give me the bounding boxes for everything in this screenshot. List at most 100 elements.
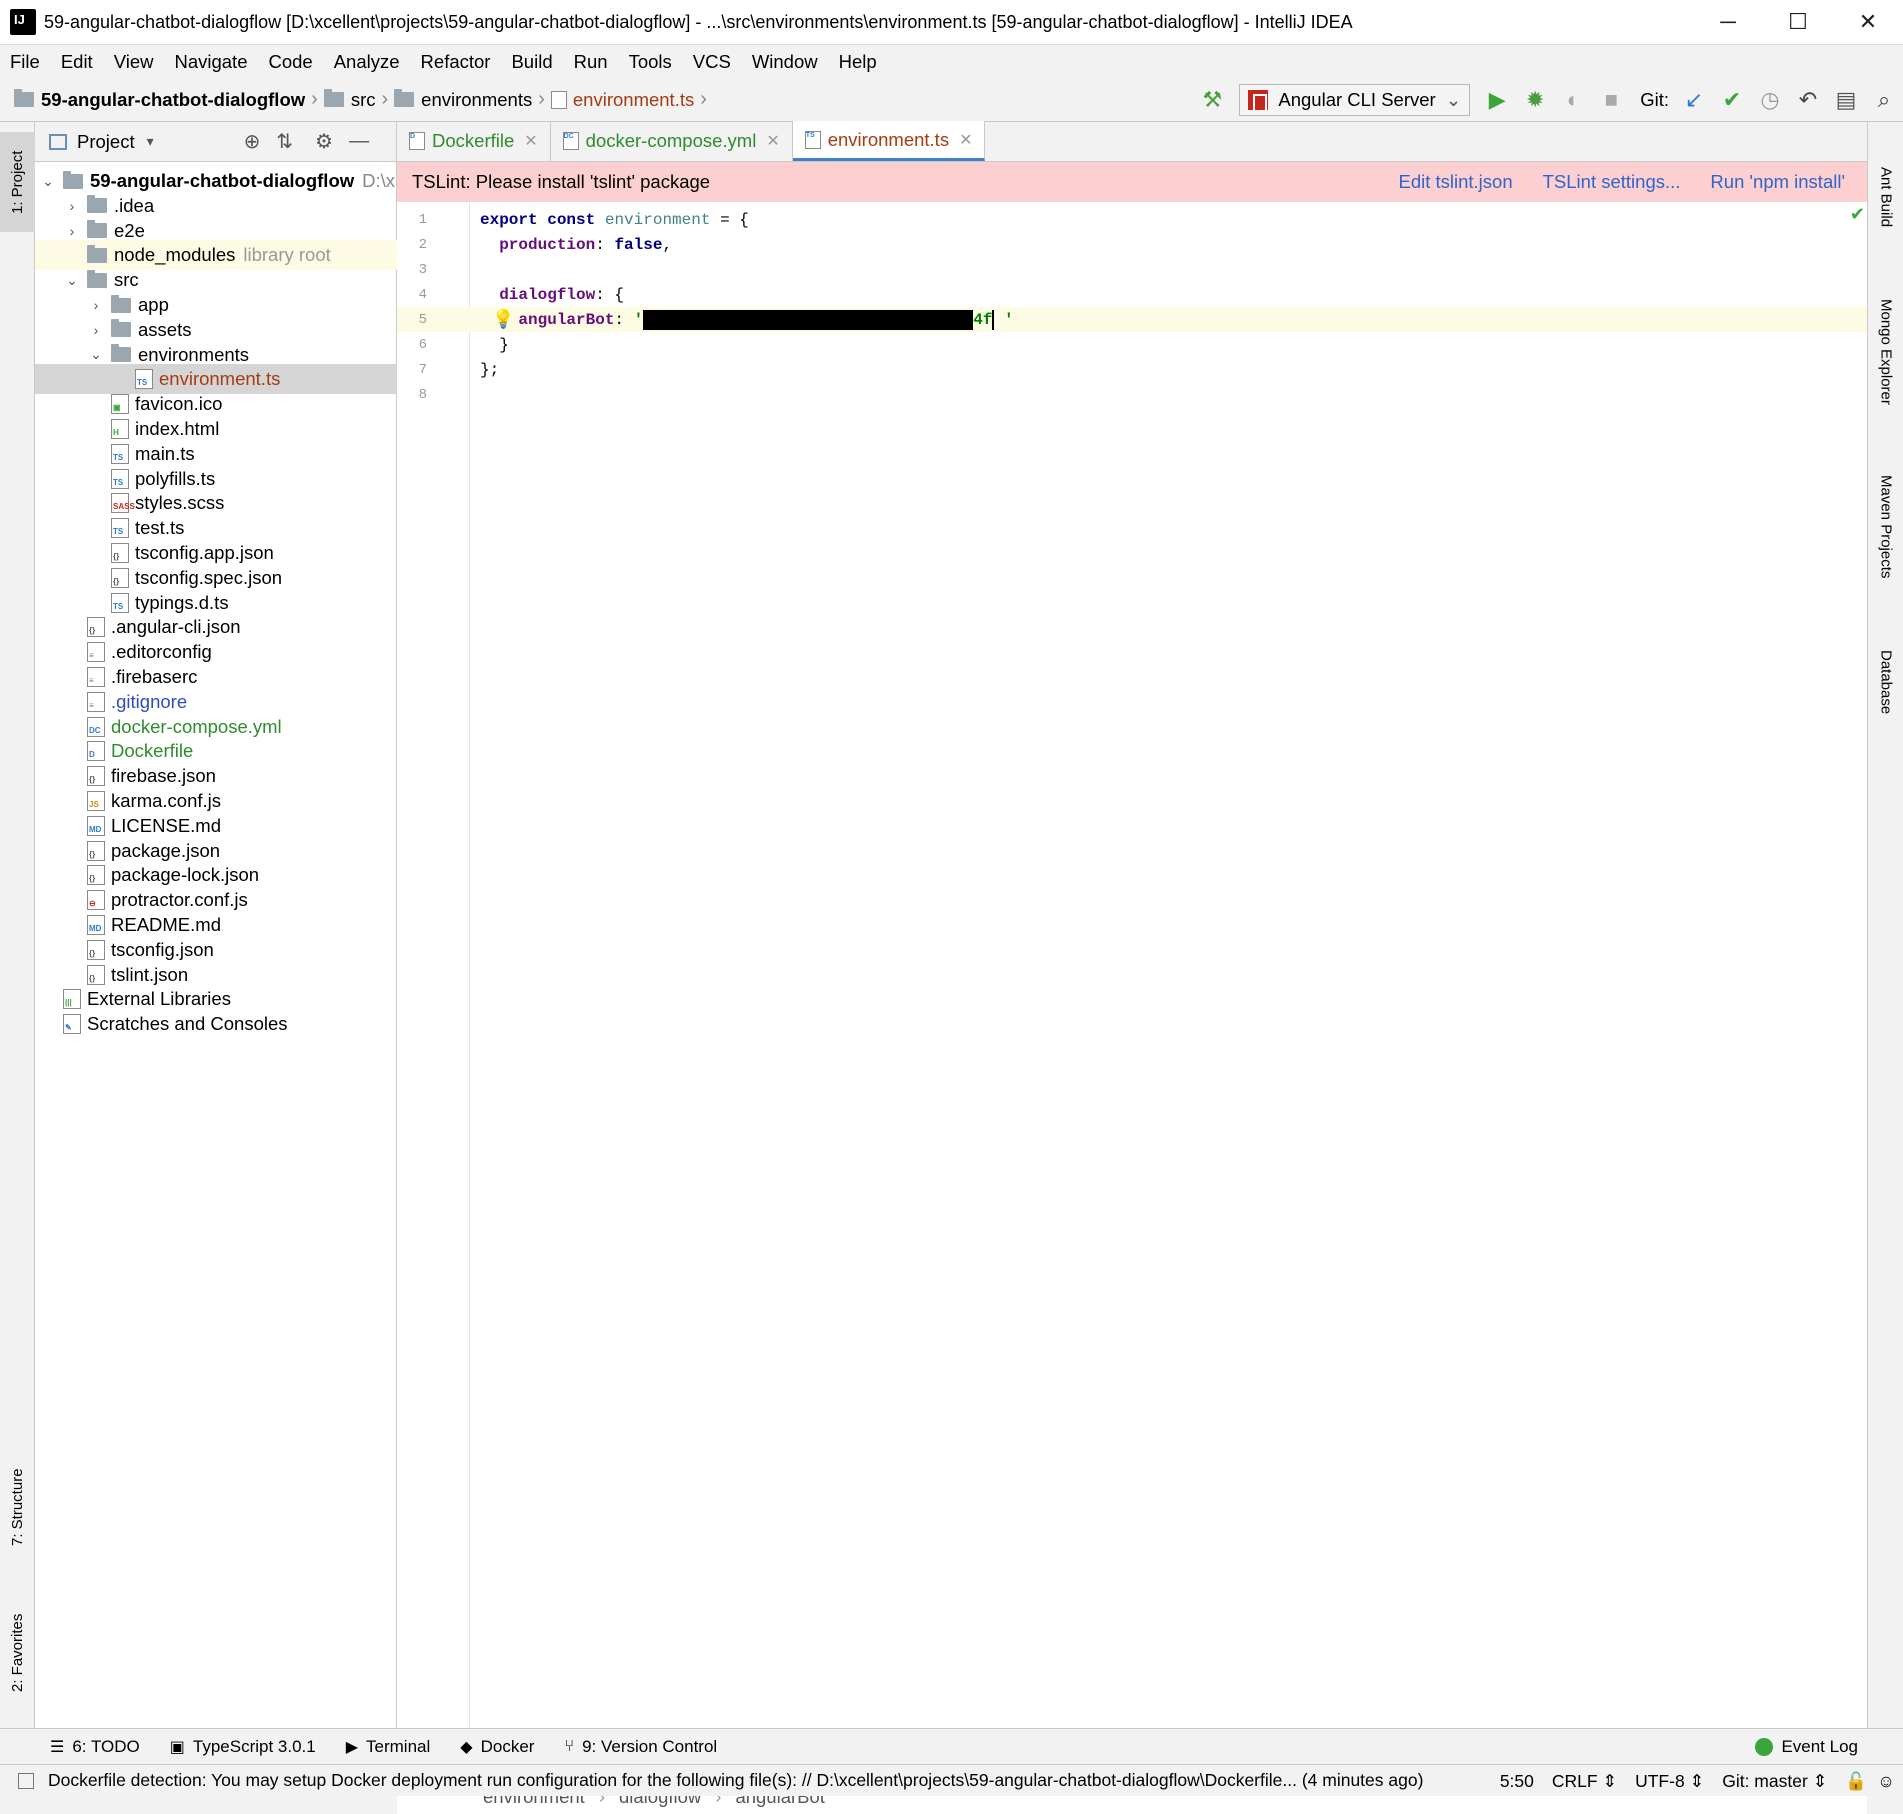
editor-tab[interactable]: TS environment.ts ✕ — [792, 121, 986, 161]
locate-icon[interactable]: ⊕ — [244, 129, 261, 154]
tree-item-label: External Libraries — [87, 988, 231, 1010]
build-hammer-icon[interactable]: ⚒ — [1193, 81, 1231, 119]
tool-window-button[interactable]: ◆ Docker — [460, 1737, 534, 1757]
stop-icon[interactable]: ■ — [1592, 81, 1630, 119]
menu-window[interactable]: Window — [752, 51, 818, 73]
chevron-down-icon: ⌄ — [1445, 89, 1462, 110]
gear-icon[interactable]: ⚙ — [315, 129, 333, 154]
ant-build-tab-label: Ant Build — [1877, 166, 1895, 228]
toggle-tool-windows-icon[interactable] — [18, 1773, 34, 1789]
hide-panel-icon[interactable]: — — [349, 130, 369, 153]
close-tab-icon[interactable]: ✕ — [524, 131, 537, 151]
structure-tool-tab[interactable]: 7: Structure — [0, 1452, 35, 1562]
edit-tslint-json-link[interactable]: Edit tslint.json — [1398, 171, 1512, 193]
minimize-button[interactable]: ─ — [1693, 0, 1763, 45]
git-update-icon[interactable]: ↙ — [1675, 81, 1713, 119]
menu-analyze[interactable]: Analyze — [334, 51, 400, 73]
close-tab-icon[interactable]: ✕ — [959, 130, 972, 150]
chevron-right-icon[interactable]: › — [63, 198, 81, 214]
tree-item-label: tslint.json — [111, 963, 189, 985]
tslint-message: TSLint: Please install 'tslint' package — [412, 171, 711, 192]
tree-item-label: index.html — [135, 418, 220, 439]
tool-window-button[interactable]: ▶ Terminal — [346, 1737, 431, 1757]
code-token: = { — [710, 210, 749, 229]
git-history-icon[interactable]: ◷ — [1751, 81, 1789, 119]
menu-tools[interactable]: Tools — [629, 51, 672, 73]
chevron-down-icon[interactable]: ⌄ — [87, 346, 105, 363]
menu-view[interactable]: View — [114, 51, 154, 73]
menu-edit[interactable]: Edit — [61, 51, 93, 73]
project-structure-icon[interactable]: ▤ — [1827, 81, 1865, 119]
lock-icon[interactable]: 🔓 — [1845, 1771, 1867, 1792]
tool-window-button[interactable]: ⑂ 9: Version Control — [564, 1737, 717, 1757]
chevron-down-icon[interactable]: ⌄ — [39, 173, 57, 190]
status-message[interactable]: Dockerfile detection: You may setup Dock… — [48, 1770, 1423, 1791]
tree-item-label: favicon.ico — [135, 393, 223, 415]
mongo-explorer-tab[interactable]: Mongo Explorer — [1868, 272, 1903, 432]
tool-window-bar: ☰ 6: TODO ▣ TypeScript 3.0.1 ▶ Terminal ◆ Docke… — [0, 1728, 1903, 1764]
tslint-settings-link[interactable]: TSLint settings... — [1543, 171, 1681, 193]
editor-tab[interactable]: DC docker-compose.yml ✕ — [551, 121, 793, 161]
caret-position[interactable]: 5:50 — [1500, 1771, 1534, 1792]
breadcrumb-item[interactable]: 59-angular-chatbot-dialogflow › — [14, 88, 318, 111]
breadcrumb-item[interactable]: src › — [323, 88, 388, 111]
debug-icon[interactable]: ✹ — [1516, 81, 1554, 119]
breadcrumb: 59-angular-chatbot-dialogflow › src › enviro… — [14, 88, 713, 111]
docker-compose-file-icon: DC — [87, 716, 105, 737]
inspection-ok-icon[interactable]: ✔ — [1850, 204, 1865, 225]
project-view-select[interactable]: Project — [77, 131, 135, 153]
json-file-icon: {} — [111, 543, 129, 563]
collapse-all-icon[interactable]: ⇅ — [276, 129, 293, 154]
menu-run[interactable]: Run — [574, 51, 608, 73]
chevron-right-icon[interactable]: › — [87, 297, 105, 313]
maven-projects-tab[interactable]: Maven Projects — [1868, 442, 1903, 612]
tree-item-label: Scratches and Consoles — [87, 1013, 288, 1035]
code-editor[interactable]: 1 export const environment = { 2 product… — [397, 202, 1867, 1814]
tree-item-label: tsconfig.app.json — [135, 542, 274, 563]
chevron-down-icon[interactable]: ⌄ — [63, 272, 81, 289]
run-config-select[interactable]: Angular CLI Server ⌄ — [1239, 84, 1471, 116]
code-token: }; — [480, 360, 500, 379]
tree-item[interactable]: ✎ Scratches and Consoles — [35, 1009, 397, 1039]
memory-indicator-icon[interactable]: ☺ — [1877, 1771, 1895, 1792]
chevron-right-icon[interactable]: › — [63, 223, 81, 239]
git-branch[interactable]: Git: master ⇕ — [1722, 1771, 1827, 1792]
close-tab-icon[interactable]: ✕ — [766, 131, 779, 151]
menu-file[interactable]: File — [10, 51, 40, 73]
coverage-icon[interactable]: ◐ — [1554, 81, 1592, 119]
breadcrumb-item[interactable]: environments › — [394, 88, 545, 111]
tool-window-button[interactable]: ☰ 6: TODO — [50, 1737, 140, 1757]
menu-vcs[interactable]: VCS — [693, 51, 731, 73]
search-icon[interactable]: ⌕ — [1865, 81, 1903, 119]
event-log-button[interactable]: Event Log — [1755, 1737, 1858, 1757]
menu-help[interactable]: Help — [839, 51, 877, 73]
menu-build[interactable]: Build — [511, 51, 552, 73]
database-tab[interactable]: Database — [1868, 622, 1903, 742]
typescript-file-icon: TS — [111, 592, 129, 613]
tool-window-button[interactable]: ▣ TypeScript 3.0.1 — [170, 1737, 316, 1757]
git-commit-icon[interactable]: ✔ — [1713, 81, 1751, 119]
tree-item-label: .firebaserc — [111, 666, 198, 687]
run-icon[interactable]: ▶ — [1478, 81, 1516, 119]
maximize-button[interactable]: ☐ — [1763, 0, 1833, 45]
menu-refactor[interactable]: Refactor — [421, 51, 491, 73]
rollback-icon[interactable]: ↶ — [1789, 81, 1827, 119]
breadcrumb-item[interactable]: environment.ts › — [550, 88, 707, 111]
menu-code[interactable]: Code — [268, 51, 312, 73]
project-tool-tab[interactable]: 1: Project — [0, 132, 35, 232]
close-button[interactable]: ✕ — [1833, 0, 1903, 45]
chevron-right-icon[interactable]: › — [87, 322, 105, 338]
tool-window-icon: ▣ — [169, 1738, 185, 1756]
editor-tab[interactable]: D Dockerfile ✕ — [397, 121, 551, 161]
line-separator[interactable]: CRLF ⇕ — [1552, 1771, 1617, 1792]
favorites-tool-tab[interactable]: 2: Favorites — [0, 1598, 35, 1708]
file-encoding[interactable]: UTF-8 ⇕ — [1635, 1771, 1704, 1792]
menu-navigate[interactable]: Navigate — [174, 51, 247, 73]
tool-window-label: 6: TODO — [72, 1736, 140, 1756]
code-line: 6 } — [397, 332, 1867, 357]
ant-build-tab[interactable]: Ant Build — [1868, 132, 1903, 262]
folder-icon — [87, 220, 107, 239]
folder-icon — [14, 89, 34, 107]
run-npm-install-link[interactable]: Run 'npm install' — [1710, 171, 1845, 193]
chevron-down-icon[interactable]: ▾ — [147, 133, 154, 150]
